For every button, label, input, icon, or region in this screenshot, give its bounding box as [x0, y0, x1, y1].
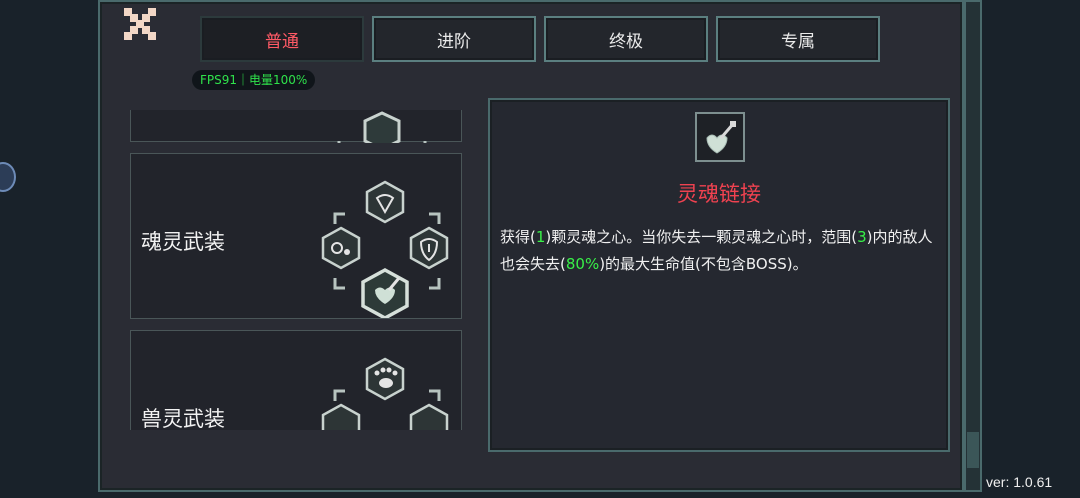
soul-armament-icon-cluster — [321, 180, 449, 318]
skill-detail-title: 灵魂链接 — [677, 182, 761, 206]
tab-exclusive[interactable]: 专属 — [716, 16, 880, 62]
tab-label: 普通 — [265, 31, 299, 52]
skill-card-partial[interactable] — [130, 110, 462, 143]
tab-normal[interactable]: 普通 — [200, 16, 364, 62]
skill-icon-cluster — [337, 111, 427, 143]
floating-assistant-bubble[interactable] — [0, 162, 16, 192]
tab-label: 专属 — [781, 31, 815, 52]
skill-card-soul-armament[interactable]: 魂灵武装 — [130, 153, 462, 319]
fps-battery-badge: FPS91｜电量100% — [192, 70, 316, 90]
skill-card-beast-armament[interactable]: 兽灵武装 — [130, 330, 462, 430]
skill-detail-panel: 灵魂链接 获得(1)颗灵魂之心。当你失去一颗灵魂之心时，范围(3)内的敌人也会失… — [488, 98, 950, 452]
scrollbar-track[interactable] — [964, 0, 982, 492]
version-label: ver: 1.0.61 — [986, 474, 1053, 490]
skill-card-title: 兽灵武装 — [141, 407, 225, 430]
tab-ultimate[interactable]: 终极 — [544, 16, 708, 62]
scrollbar-thumb[interactable] — [967, 432, 979, 468]
tab-label: 进阶 — [437, 31, 471, 52]
tab-label: 终极 — [609, 31, 643, 52]
close-icon[interactable] — [122, 6, 158, 42]
skill-list[interactable]: 魂灵武装 兽灵武装 — [128, 110, 464, 430]
skill-card-title: 魂灵武装 — [141, 230, 225, 254]
soul-heart-link-icon — [695, 112, 745, 162]
tab-advanced[interactable]: 进阶 — [372, 16, 536, 62]
skill-detail-description: 获得(1)颗灵魂之心。当你失去一颗灵魂之心时，范围(3)内的敌人也会失去(80%… — [500, 228, 933, 273]
beast-armament-icon-cluster — [321, 357, 449, 430]
